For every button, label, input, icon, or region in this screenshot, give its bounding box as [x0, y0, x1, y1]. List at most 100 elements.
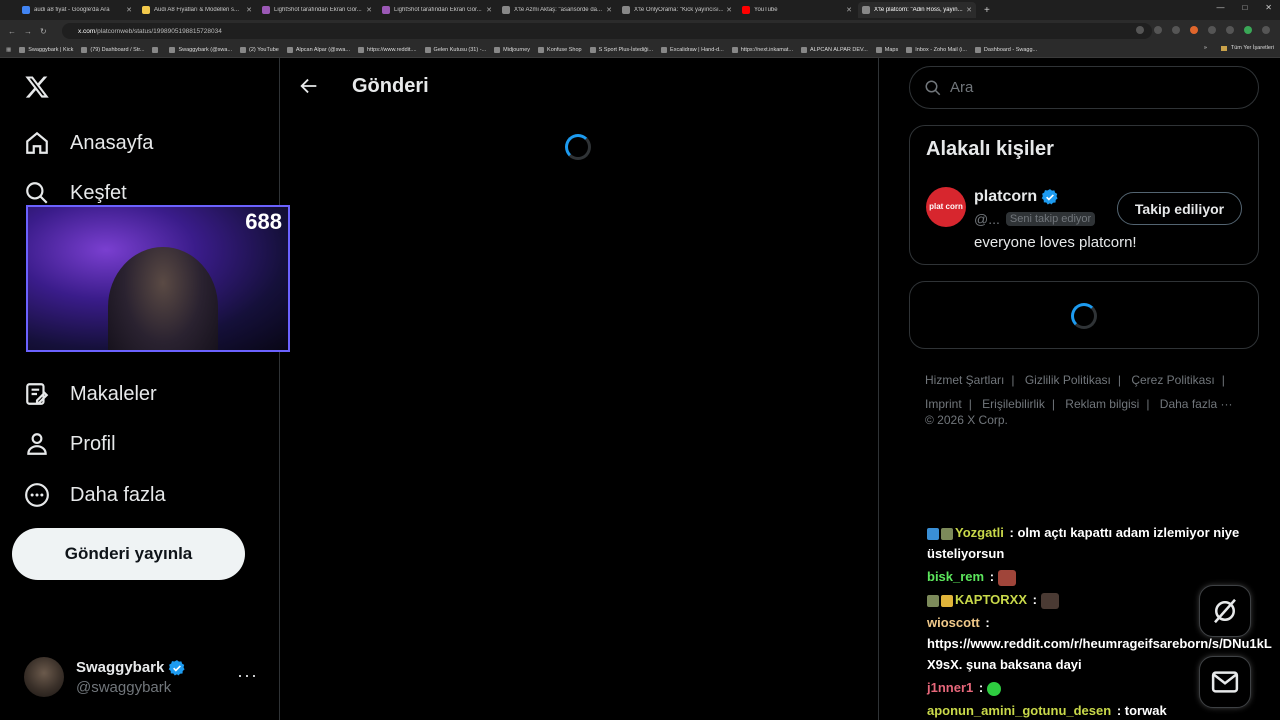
chat-username: KAPTORXX [955, 592, 1027, 607]
nav-item-label: Anasayfa [70, 131, 154, 154]
account-switcher[interactable]: Swaggybark @swaggybark ··· [24, 655, 264, 699]
extension-icon[interactable] [1208, 26, 1216, 34]
bookmark-favicon-icon [906, 46, 913, 53]
chat-separator: : [1116, 703, 1122, 718]
bookmark-item[interactable]: (79) Dashboard / Str... [81, 46, 145, 53]
zoom-icon[interactable] [1136, 26, 1144, 34]
bookmark-item[interactable]: Dashboard - Swagg... [974, 46, 1037, 53]
tab-close-icon[interactable]: ✕ [966, 6, 972, 14]
reload-icon[interactable]: ↻ [40, 27, 47, 36]
bookmark-item[interactable]: https://next.inkamat... [731, 46, 793, 53]
install-icon[interactable] [1154, 26, 1162, 34]
tab-close-icon[interactable]: ✕ [846, 6, 852, 14]
search-input[interactable] [950, 79, 1230, 96]
bookmark-item[interactable]: Gelen Kutusu (31) -... [424, 46, 487, 53]
bookmark-label: Gelen Kutusu (31) -... [433, 46, 487, 53]
browser-tab[interactable]: Audi A8 Fiyatları & Modelleri s... ✕ [138, 2, 256, 18]
bookmark-favicon-icon [974, 46, 981, 53]
footer-link[interactable]: Imprint [925, 397, 962, 411]
bookmark-item[interactable]: Maps [875, 46, 898, 53]
tab-close-icon[interactable]: ✕ [726, 6, 732, 14]
bookmark-item[interactable] [152, 46, 161, 53]
footer-link[interactable]: Hizmet Şartları [925, 373, 1004, 387]
nav-item-more[interactable]: Daha fazla [24, 475, 166, 515]
avatar[interactable]: plat corn [926, 187, 966, 227]
following-button[interactable]: Takip ediliyor [1117, 192, 1242, 225]
account-more-icon[interactable]: ··· [237, 665, 258, 686]
browser-tab[interactable]: X'te OnlyOrama: "Kick yayıncısı... ✕ [618, 2, 736, 18]
grok-button[interactable] [1199, 585, 1251, 637]
left-navigation: Anasayfa Keşfet Makaleler Profil Daha fa… [0, 58, 279, 720]
bookmark-item[interactable]: Excalidraw | Hand-d... [661, 46, 724, 53]
maximize-icon[interactable]: □ [1242, 3, 1247, 12]
url-host: x.com [78, 27, 96, 35]
menu-icon[interactable] [1262, 26, 1270, 34]
footer-separator: | [968, 397, 972, 411]
tab-favicon-icon [502, 6, 510, 14]
post-button[interactable]: Gönderi yayınla [12, 528, 245, 580]
all-bookmarks[interactable]: Tüm Yer İşaretleri [1231, 45, 1274, 51]
new-tab-button[interactable]: + [984, 5, 990, 16]
minimize-icon[interactable]: — [1216, 3, 1224, 12]
bookmark-favicon-icon [358, 46, 365, 53]
url-field[interactable]: x.com/platcornweb/status/199890519881572… [62, 23, 1152, 39]
bookmarks-more[interactable]: » [1204, 45, 1207, 51]
x-logo-icon[interactable] [24, 74, 50, 100]
tab-close-icon[interactable]: ✕ [486, 6, 492, 14]
nav-item-profile[interactable]: Profil [24, 424, 116, 464]
bookmark-label: (79) Dashboard / Str... [90, 46, 145, 53]
profile-avatar-icon[interactable] [1244, 26, 1252, 34]
browser-tab[interactable]: LightShot tarafından Ekran Gör... ✕ [378, 2, 496, 18]
nav-item-label: Daha fazla [70, 483, 166, 506]
back-nav-icon[interactable]: ← [8, 27, 16, 36]
chat-separator: : [978, 680, 984, 695]
extension-icon[interactable] [1226, 26, 1234, 34]
search-box[interactable] [909, 66, 1259, 109]
bookmark-item[interactable]: Swaggybark | Kick [19, 46, 73, 53]
forward-nav-icon[interactable]: → [24, 27, 32, 36]
footer-link[interactable]: Gizlilik Politikası [1025, 373, 1111, 387]
bookmark-item[interactable]: Swaggybark (@swa... [169, 46, 232, 53]
tab-close-icon[interactable]: ✕ [366, 6, 372, 14]
bookmark-label: (2) YouTube [249, 46, 279, 53]
star-icon[interactable] [1172, 26, 1180, 34]
bookmark-item[interactable]: Inbox - Zoho Mail (i... [906, 46, 967, 53]
close-window-icon[interactable]: ✕ [1265, 3, 1272, 12]
chat-username: aponun_amini_gotunu_desen [927, 703, 1112, 718]
nav-item-label: Makaleler [70, 382, 157, 405]
bookmark-item[interactable]: Konfuse Shop [538, 46, 582, 53]
footer-link[interactable]: Erişilebilirlik [982, 397, 1045, 411]
bookmark-item[interactable]: (2) YouTube [240, 46, 279, 53]
browser-tab[interactable]: X'te platcorn: "Adin Ross, yayın... ✕ [858, 2, 976, 18]
footer-link[interactable]: Reklam bilgisi [1065, 397, 1139, 411]
messages-button[interactable] [1199, 656, 1251, 708]
bookmark-label: Alpcan Alpar (@swa... [295, 46, 351, 53]
back-arrow-icon[interactable] [298, 75, 320, 97]
chat-separator: : [1032, 592, 1037, 607]
tab-close-icon[interactable]: ✕ [606, 6, 612, 14]
extension-icon[interactable] [1190, 26, 1198, 34]
address-bar: ← → ↻ x.com/platcornweb/status/199890519… [0, 20, 1280, 42]
tab-close-icon[interactable]: ✕ [246, 6, 252, 14]
nav-item-home[interactable]: Anasayfa [24, 123, 153, 163]
bookmark-item[interactable]: Alpcan Alpar (@swa... [286, 46, 351, 53]
footer-link[interactable]: Çerez Politikası [1131, 373, 1214, 387]
related-bio: everyone loves platcorn! [974, 234, 1137, 251]
bookmark-item[interactable]: S Sport Plus-İstediği... [589, 46, 653, 53]
related-name-row[interactable]: platcorn [974, 188, 1059, 206]
bookmark-label: ALPCAN ALPAR DEV... [810, 46, 868, 53]
apps-icon[interactable]: ▦ [6, 47, 11, 53]
related-handle: @... [974, 211, 1000, 227]
footer-link[interactable]: Daha fazla ··· [1160, 397, 1233, 411]
nav-item-articles[interactable]: Makaleler [24, 374, 157, 414]
browser-tab[interactable]: X'te Azmi Aktaş: "asansörde da... ✕ [498, 2, 616, 18]
tab-close-icon[interactable]: ✕ [126, 6, 132, 14]
browser-tab[interactable]: YouTube ✕ [738, 2, 856, 18]
follows-you-badge: Seni takip ediyor [1005, 212, 1096, 226]
bookmark-item[interactable]: ALPCAN ALPAR DEV... [801, 46, 868, 53]
bookmark-item[interactable]: Midjourney [494, 46, 530, 53]
chat-badge-icon [927, 594, 939, 607]
browser-tab[interactable]: LightShot tarafından Ekran Gör... ✕ [258, 2, 376, 18]
bookmark-item[interactable]: https://www.reddit.... [358, 46, 417, 53]
browser-tab[interactable]: audi a8 fiyat - Google'da Ara ✕ [18, 2, 136, 18]
